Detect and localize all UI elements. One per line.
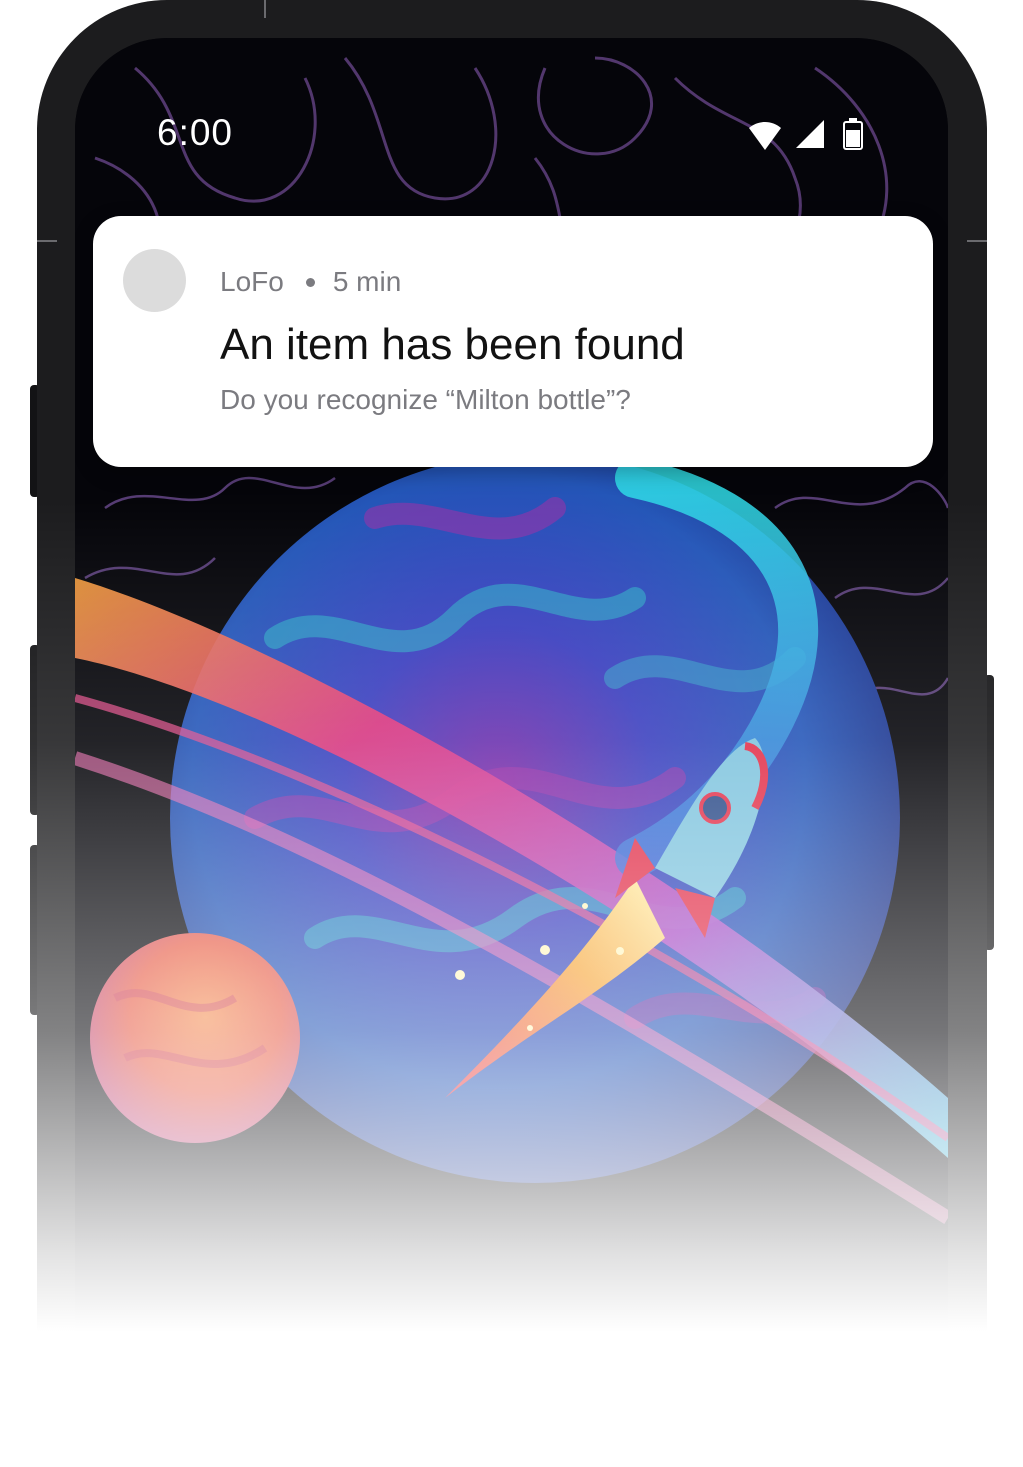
device-mockup: 6:00 LoFo 5 min An item has been found D…: [0, 0, 1023, 1467]
phone-screen: 6:00 LoFo 5 min An item has been found D…: [75, 38, 948, 1467]
antenna-line: [264, 0, 266, 18]
status-time: 6:00: [157, 112, 234, 153]
notification-title: An item has been found: [220, 320, 685, 369]
notification-body: Do you recognize “Milton bottle”?: [220, 384, 631, 415]
battery-icon: [843, 118, 863, 150]
wifi-icon: [749, 122, 781, 150]
cellular-signal-icon: [796, 120, 824, 148]
small-planet: [90, 933, 300, 1143]
antenna-line: [37, 240, 57, 242]
notification-card[interactable]: LoFo 5 min An item has been found Do you…: [93, 216, 933, 467]
notification-header: LoFo 5 min: [220, 264, 401, 300]
separator-dot-icon: [305, 277, 315, 287]
notification-time: 5 min: [332, 266, 402, 297]
app-icon-placeholder: [123, 249, 186, 312]
status-icons: [747, 118, 867, 154]
antenna-line: [967, 240, 987, 242]
app-name: LoFo: [220, 266, 284, 297]
status-bar: 6:00: [75, 38, 948, 178]
